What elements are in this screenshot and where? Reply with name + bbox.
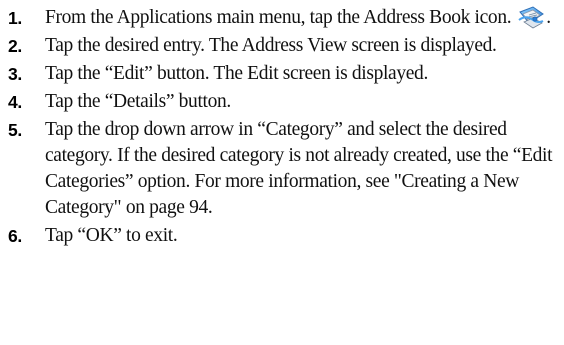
address-book-icon bbox=[516, 5, 546, 30]
step-text: Tap the desired entry. The Address View … bbox=[45, 35, 497, 56]
step-4: 4. Tap the “Details” button. bbox=[8, 89, 560, 115]
step-1: 1. From the Applications main menu, tap … bbox=[8, 5, 560, 31]
step-text: Tap the “Details” button. bbox=[45, 91, 231, 112]
step-number: 6. bbox=[8, 226, 22, 246]
step-text: Tap the drop down arrow in “Category” an… bbox=[45, 119, 553, 218]
step-number: 3. bbox=[8, 64, 22, 84]
instruction-list: 1. From the Applications main menu, tap … bbox=[8, 5, 560, 251]
step-text: Tap “OK” to exit. bbox=[45, 225, 178, 246]
step-6: 6. Tap “OK” to exit. bbox=[8, 223, 560, 249]
step-number: 1. bbox=[8, 8, 22, 28]
document-page: 1. From the Applications main menu, tap … bbox=[0, 0, 564, 345]
icon-suffix-period: . bbox=[546, 7, 551, 28]
step-number: 5. bbox=[8, 120, 22, 140]
step-text: Tap the “Edit” button. The Edit screen i… bbox=[45, 63, 428, 84]
step-3: 3. Tap the “Edit” button. The Edit scree… bbox=[8, 61, 560, 87]
step-number: 4. bbox=[8, 92, 22, 112]
step-5: 5. Tap the drop down arrow in “Category”… bbox=[8, 117, 560, 221]
step-2: 2. Tap the desired entry. The Address Vi… bbox=[8, 33, 560, 59]
step-text: From the Applications main menu, tap the… bbox=[45, 7, 512, 28]
step-number: 2. bbox=[8, 36, 22, 56]
